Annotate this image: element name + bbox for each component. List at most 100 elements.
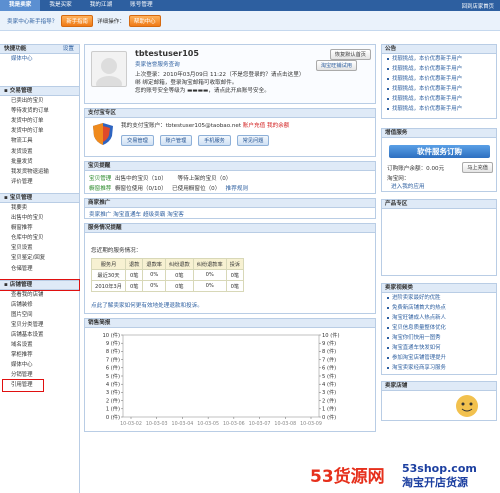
sidebar-item-goods[interactable]: 我要卖 bbox=[0, 203, 79, 213]
sidebar-item-goods[interactable]: 仓储管理 bbox=[0, 264, 79, 274]
trade-manage-button[interactable]: 交易管理 bbox=[121, 135, 154, 146]
seller-video-item[interactable]: 参加淘宝店铺管理提升 bbox=[382, 353, 496, 363]
sidebar-item-shop[interactable]: 分销管理 bbox=[0, 370, 79, 380]
on-sale-count[interactable]: 出售中的宝贝（10） bbox=[115, 176, 167, 182]
my-apps-link[interactable]: 进入我的应用 bbox=[391, 182, 425, 190]
seller-video-item[interactable]: 淘宝旺铺成人热点新人 bbox=[382, 313, 496, 323]
seller-video-item-label: 宝贝信息质量整体优化 bbox=[392, 325, 446, 331]
sidebar-item-shop[interactable]: 宝贝分类管理 bbox=[0, 320, 79, 330]
sidebar-item-trade[interactable]: 发货中的订单 bbox=[0, 126, 79, 136]
newbie-guide-button[interactable]: 新手指南 bbox=[61, 14, 93, 27]
promo-link-4[interactable]: 淘宝客 bbox=[167, 212, 184, 218]
sidebar-item-trade[interactable]: 发货设置 bbox=[0, 147, 79, 157]
username: tbtestuser105 bbox=[135, 49, 199, 58]
sidebar-item-media[interactable]: 媒体中心 bbox=[0, 54, 79, 64]
service-foot-link[interactable]: 点此了解卖家如何更有效地处理退款和投诉。 bbox=[91, 301, 203, 309]
window-recommend-link[interactable]: 橱窗推荐 bbox=[89, 186, 111, 192]
item-manage-link[interactable]: 宝贝管理 bbox=[89, 176, 111, 182]
seller-video-item-label: 淘宝直通车快发如何 bbox=[392, 345, 441, 351]
sidebar-item-trade[interactable]: 等待发货的订单 bbox=[0, 106, 79, 116]
y-tick-label-right: 4 (件) bbox=[322, 380, 336, 388]
notice-item[interactable]: 找靓挑战，本价优惠新手用户 bbox=[382, 54, 496, 64]
table-cell: 2010年3月 bbox=[91, 280, 126, 292]
sidebar-item-shop[interactable]: 域名设置 bbox=[0, 340, 79, 350]
help-center-button[interactable]: 帮助中心 bbox=[128, 14, 161, 27]
notice-item[interactable]: 找靓挑战，本价优惠新手用户 bbox=[382, 64, 496, 74]
sidebar-item-shop-label: 店铺装修 bbox=[11, 301, 33, 308]
sidebar-item-goods[interactable]: 宝贝鉴定/回复 bbox=[0, 253, 79, 263]
seller-video-item[interactable]: 淘宝卖家经商享习服务 bbox=[382, 363, 496, 373]
tab-buyer[interactable]: 我是买家 bbox=[40, 0, 80, 11]
sidebar-item-shop-label: 查看我的店铺 bbox=[11, 291, 44, 298]
sidebar-item-goods[interactable]: 宝贝设置 bbox=[0, 243, 79, 253]
notice-item[interactable]: 找靓挑战，本价优惠新手用户 bbox=[382, 94, 496, 104]
alipay-title: 支付宝专区 bbox=[85, 109, 375, 118]
sidebar-item-goods-label: 仓储管理 bbox=[11, 265, 33, 272]
notice-item[interactable]: 找靓挑战，本价优惠新手用户 bbox=[382, 74, 496, 84]
sidebar-item-shop-label: 店铺基本设置 bbox=[11, 331, 44, 338]
sidebar-trade-header[interactable]: ▪ 交易管理 bbox=[0, 86, 79, 97]
notice-item[interactable]: 找靓挑战，本价优惠新手用户 bbox=[382, 104, 496, 114]
pending-count[interactable]: 等待上架的宝贝（0） bbox=[178, 176, 232, 182]
bullet-icon bbox=[387, 346, 389, 349]
faq-button[interactable]: 常见问题 bbox=[236, 135, 270, 146]
seller-video-item[interactable]: 淘宝直通车快发如何 bbox=[382, 343, 496, 353]
recommend-rules-link[interactable]: 推荐规则 bbox=[226, 186, 248, 192]
last-login-info: 上次登录：2010年03月09日 11:22（不是您登录的？请点击这里） bbox=[135, 72, 305, 78]
bullet-icon bbox=[387, 296, 389, 299]
seller-video-item[interactable]: 宝贝信息质量整体优化 bbox=[382, 323, 496, 333]
x-tick-label: 10-03-07 bbox=[249, 421, 271, 427]
sidebar-item-shop[interactable]: 媒体中心 bbox=[0, 360, 79, 370]
recharge-link[interactable]: 账户充值 bbox=[243, 123, 265, 129]
sidebar-item-trade[interactable]: 发货中的订单 bbox=[0, 116, 79, 126]
y-tick-label-left: 6 (件) bbox=[106, 364, 120, 372]
tab-account[interactable]: 账号管理 bbox=[121, 0, 161, 11]
sidebar-item-goods[interactable]: 出售中的宝贝 bbox=[0, 213, 79, 223]
account-manage-button[interactable]: 账户管理 bbox=[159, 135, 193, 146]
seller-video-item[interactable]: 淘宝你们快用一图秀 bbox=[382, 333, 496, 343]
back-to-shop-link[interactable]: 回到店家首页 bbox=[462, 2, 500, 10]
sidebar-item-shop[interactable]: 店铺基本设置 bbox=[0, 330, 79, 340]
promo-link-1[interactable]: 卖家推广 bbox=[89, 212, 111, 218]
balance-link[interactable]: 我的余额 bbox=[267, 123, 289, 129]
sidebar-goods-header[interactable]: ▪ 宝贝管理 bbox=[0, 192, 79, 203]
bullet-icon bbox=[387, 306, 389, 309]
sidebar-item-shop[interactable]: 掌柜推荐 bbox=[0, 350, 79, 360]
sidebar-shop-header[interactable]: ▪ 店铺管理 bbox=[0, 278, 80, 291]
seller-video-item[interactable]: 免费新店铺首大的热点 bbox=[382, 303, 496, 313]
sidebar-item-shop[interactable]: 引用管理 bbox=[2, 379, 44, 392]
seller-video-item[interactable]: 进阶卖家最好的优胜 bbox=[382, 293, 496, 303]
promo-link-3[interactable]: 超级卖霸 bbox=[143, 212, 165, 218]
seller-reputation-link[interactable]: 卖家信誉服务查询 bbox=[135, 60, 180, 68]
top-nav-bar: 我是卖家 我是买家 我的江湖 账号管理 回到店家首页 bbox=[0, 0, 500, 11]
seller-video-item-label: 淘宝卖家经商享习服务 bbox=[392, 365, 446, 371]
sidebar-item-trade[interactable]: 物流工具 bbox=[0, 136, 79, 146]
sidebar-item-shop[interactable]: 查看我的店铺 bbox=[0, 290, 79, 300]
sidebar-item-trade[interactable]: 已卖出的宝贝 bbox=[0, 96, 79, 106]
promo-link-2[interactable]: 淘宝直通车 bbox=[113, 212, 141, 218]
tab-seller[interactable]: 我是卖家 bbox=[0, 0, 41, 11]
service-table: 服务月 退款 退款率 纠纷退款 纠纷退款率 投诉 最近30天 0笔 0% 0笔 … bbox=[91, 258, 245, 292]
settings-link[interactable]: 设置 bbox=[63, 45, 74, 54]
shop-trial-button[interactable]: 淘宝旺铺试用 bbox=[315, 60, 357, 71]
sidebar-item-goods-label: 宝贝鉴定/回复 bbox=[11, 255, 46, 262]
mobile-service-button[interactable]: 手机服务 bbox=[198, 135, 231, 146]
sidebar-item-trade-label: 发货设置 bbox=[11, 148, 33, 155]
sidebar-item-trade[interactable]: 批量发货 bbox=[0, 157, 79, 167]
recharge-now-button[interactable]: 马上充值 bbox=[462, 162, 493, 173]
sidebar-item-shop[interactable]: 店铺装修 bbox=[0, 300, 79, 310]
notice-item[interactable]: 找靓挑战，本价优惠新手用户 bbox=[382, 84, 496, 94]
y-tick-label-left: 5 (件) bbox=[106, 372, 120, 380]
sidebar-item-goods[interactable]: 仓库中的宝贝 bbox=[0, 233, 79, 243]
table-cell: 0% bbox=[192, 280, 227, 292]
sidebar-item-goods[interactable]: 橱窗推荐 bbox=[0, 223, 79, 233]
sidebar-item-trade[interactable]: 评价管理 bbox=[0, 177, 79, 187]
table-cell: 0笔 bbox=[225, 269, 245, 281]
restore-home-button[interactable]: 恢复默认首页 bbox=[329, 49, 371, 60]
order-software-button[interactable]: 软件服务订购 bbox=[389, 145, 490, 158]
sidebar-item-shop[interactable]: 图片空间 bbox=[0, 310, 79, 320]
table-cell: 0笔 bbox=[164, 269, 194, 281]
sidebar-item-trade[interactable]: 我发货物退运输 bbox=[0, 167, 79, 177]
tab-jianghu[interactable]: 我的江湖 bbox=[81, 0, 121, 11]
main-content: tbtestuser105 卖家信誉服务查询 上次登录：2010年03月09日 … bbox=[84, 44, 376, 432]
